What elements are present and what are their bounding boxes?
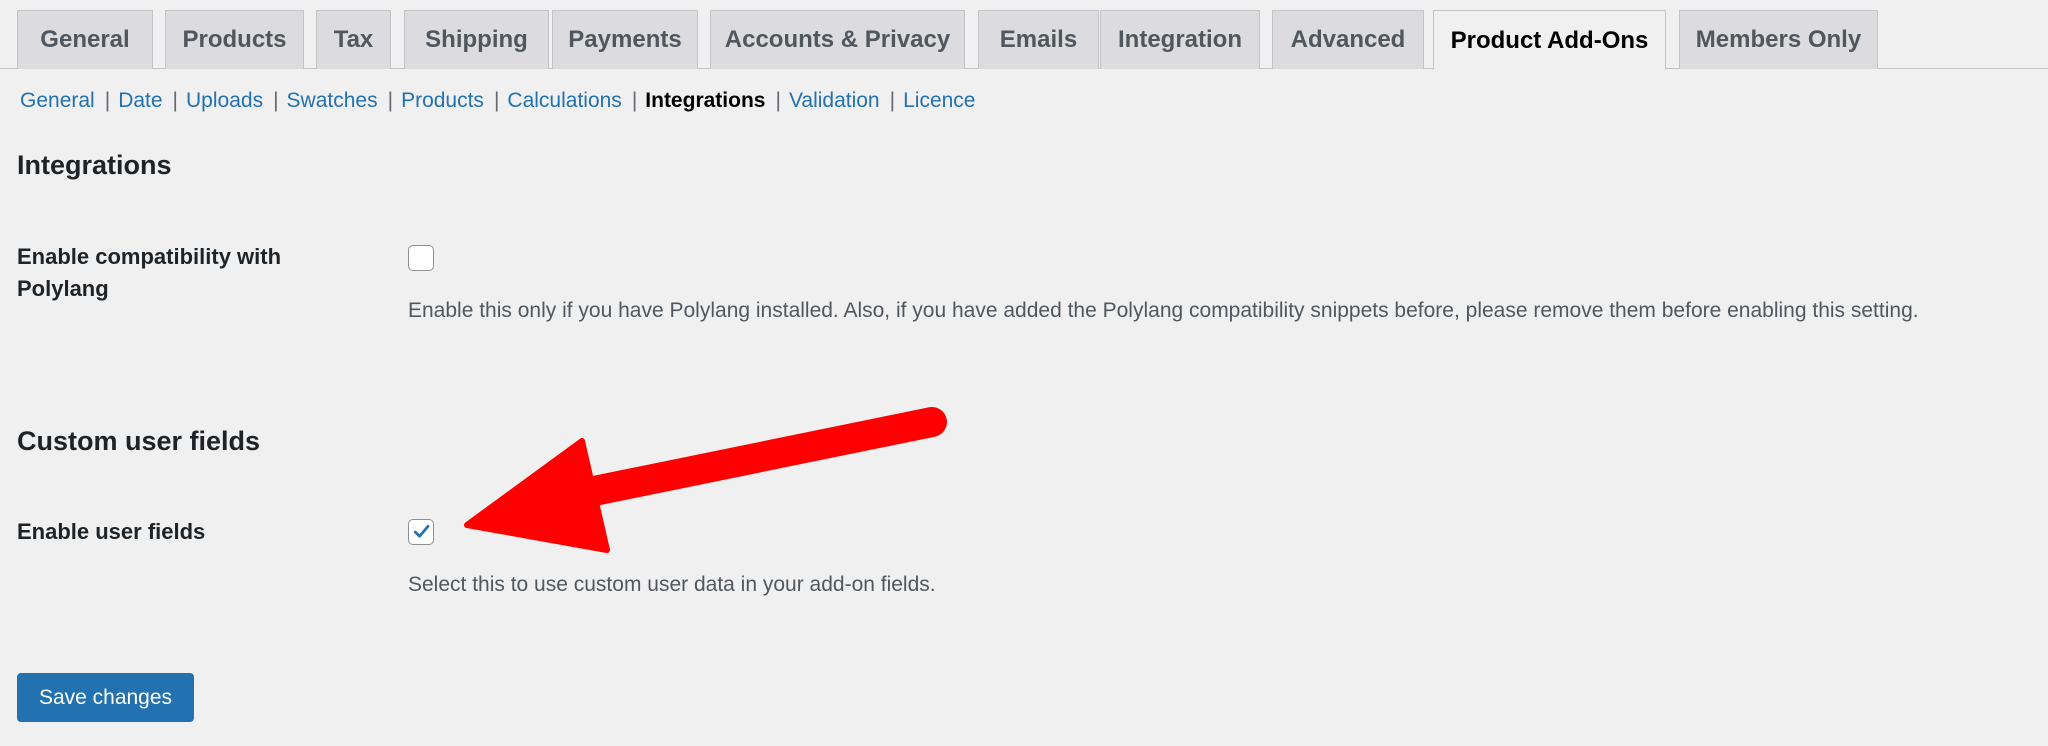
subnav-separator: | bbox=[104, 89, 111, 112]
tab-advanced[interactable]: Advanced bbox=[1272, 10, 1424, 69]
subnav-separator: | bbox=[273, 89, 279, 112]
subnav-date[interactable]: Date bbox=[118, 89, 162, 113]
subnav-separator: | bbox=[172, 89, 179, 112]
subnav-general[interactable]: General bbox=[20, 89, 95, 113]
tab-shipping[interactable]: Shipping bbox=[404, 10, 549, 69]
user-fields-checkbox[interactable] bbox=[408, 519, 434, 545]
subnav-separator: | bbox=[387, 89, 394, 112]
subnav-validation[interactable]: Validation bbox=[789, 89, 880, 113]
polylang-description: Enable this only if you have Polylang in… bbox=[408, 299, 1919, 322]
tab-emails[interactable]: Emails bbox=[978, 10, 1099, 69]
subnav-separator: | bbox=[889, 89, 896, 112]
subnav-swatches[interactable]: Swatches bbox=[287, 89, 378, 113]
subnav-uploads[interactable]: Uploads bbox=[186, 89, 263, 113]
tab-payments[interactable]: Payments bbox=[552, 10, 698, 69]
section-subnav: General | Date | Uploads | Swatches | Pr… bbox=[20, 86, 975, 116]
subnav-calculations[interactable]: Calculations bbox=[507, 89, 621, 113]
custom-user-fields-heading: Custom user fields bbox=[17, 426, 261, 456]
subnav-separator: | bbox=[775, 89, 781, 112]
user-fields-setting-label: Enable user fields bbox=[17, 519, 206, 544]
settings-page: General Products Tax Shipping Payments A… bbox=[0, 0, 2048, 746]
subnav-integrations[interactable]: Integrations bbox=[645, 89, 765, 113]
subnav-products[interactable]: Products bbox=[401, 89, 484, 113]
integrations-heading: Integrations bbox=[17, 150, 172, 180]
subnav-licence[interactable]: Licence bbox=[903, 89, 975, 113]
save-changes-button[interactable]: Save changes bbox=[17, 673, 194, 722]
tab-tax[interactable]: Tax bbox=[316, 10, 391, 69]
polylang-setting-label: Enable compatibility with Polylang bbox=[17, 244, 282, 301]
settings-tabs: General Products Tax Shipping Payments A… bbox=[0, 0, 2048, 70]
polylang-checkbox[interactable] bbox=[408, 245, 434, 271]
tab-products[interactable]: Products bbox=[165, 10, 304, 69]
user-fields-description: Select this to use custom user data in y… bbox=[408, 573, 936, 596]
subnav-separator: | bbox=[493, 89, 500, 112]
subnav-separator: | bbox=[631, 89, 638, 112]
checkmark-icon bbox=[413, 524, 430, 538]
tab-members-only[interactable]: Members Only bbox=[1679, 10, 1878, 69]
tab-general[interactable]: General bbox=[17, 10, 153, 69]
tab-accounts-privacy[interactable]: Accounts & Privacy bbox=[710, 10, 965, 69]
tab-integration[interactable]: Integration bbox=[1100, 10, 1260, 69]
tab-product-add-ons[interactable]: Product Add-Ons bbox=[1433, 10, 1666, 70]
